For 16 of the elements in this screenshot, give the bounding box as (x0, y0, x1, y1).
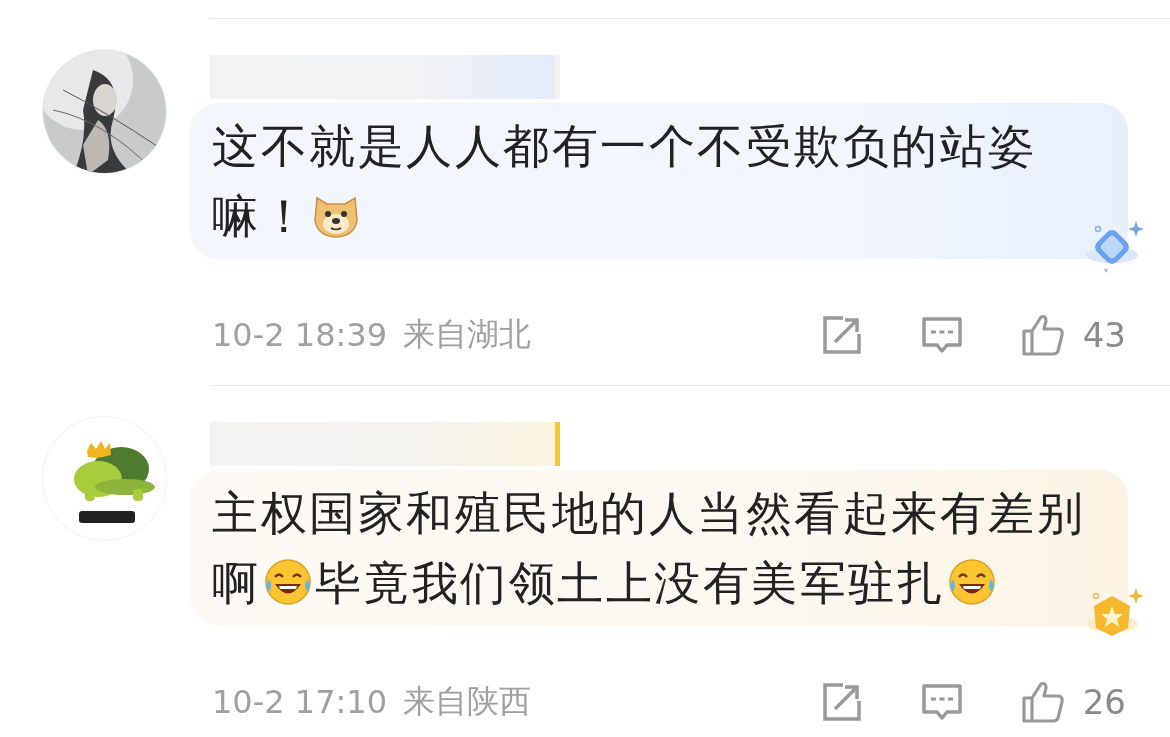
share-icon[interactable] (820, 681, 863, 723)
thumbs-up-icon[interactable] (1020, 313, 1065, 357)
comment-time: 10-2 17:10 (212, 683, 387, 721)
comment-icon[interactable] (920, 681, 963, 723)
comment-location: 来自陕西 (403, 681, 531, 722)
comment-icon[interactable] (920, 314, 963, 356)
like-count: 43 (1082, 315, 1126, 355)
laughing-face-icon (947, 557, 997, 607)
comment-text: 主权国家和殖民地的人当然看起来有差别啊 毕竟我们领土上没有美军驻扎 (212, 485, 1086, 612)
like-count: 26 (1082, 682, 1126, 722)
comment-time: 10-2 18:39 (212, 316, 387, 354)
comment-text: 这不就是人人都有一个不受欺负的站姿嘛！ (212, 118, 1038, 245)
share-icon[interactable] (820, 314, 863, 356)
thumbs-up-icon[interactable] (1020, 680, 1065, 724)
laughing-face-icon (262, 557, 313, 607)
comment-location: 来自湖北 (403, 314, 531, 355)
